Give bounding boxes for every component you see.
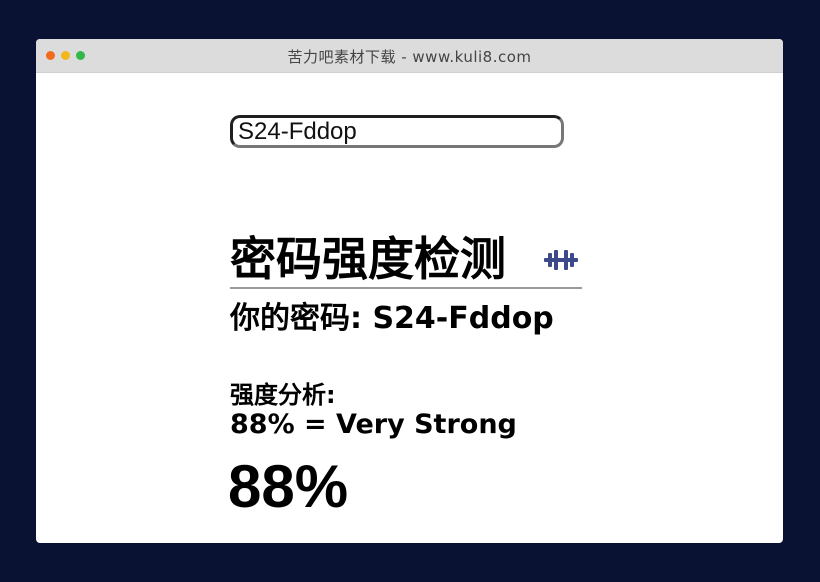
strength-analysis-label: 强度分析:: [230, 381, 336, 409]
page-content: 密码强度检测 你的密码: S24-Fddop 强度分析: 88% = Very …: [36, 73, 783, 543]
strength-analysis-result: 88% = Very Strong: [230, 409, 517, 440]
your-password-label: 你的密码:: [230, 301, 373, 336]
title-bar: 苦力吧素材下载 - www.kuli8.com: [36, 39, 783, 73]
strength-percent: 88%: [228, 453, 349, 520]
browser-window: 苦力吧素材下载 - www.kuli8.com 密码强度检测 你的密码: S24…: [36, 39, 783, 543]
window-title: 苦力吧素材下载 - www.kuli8.com: [287, 48, 532, 66]
page-title: 密码强度检测: [230, 232, 506, 286]
dumbbell-icon: [544, 250, 578, 270]
your-password-line: 你的密码: S24-Fddop: [230, 293, 554, 337]
your-password-value: S24-Fddop: [372, 301, 554, 336]
password-input[interactable]: [230, 115, 564, 148]
heading-block: 密码强度检测: [230, 231, 582, 289]
